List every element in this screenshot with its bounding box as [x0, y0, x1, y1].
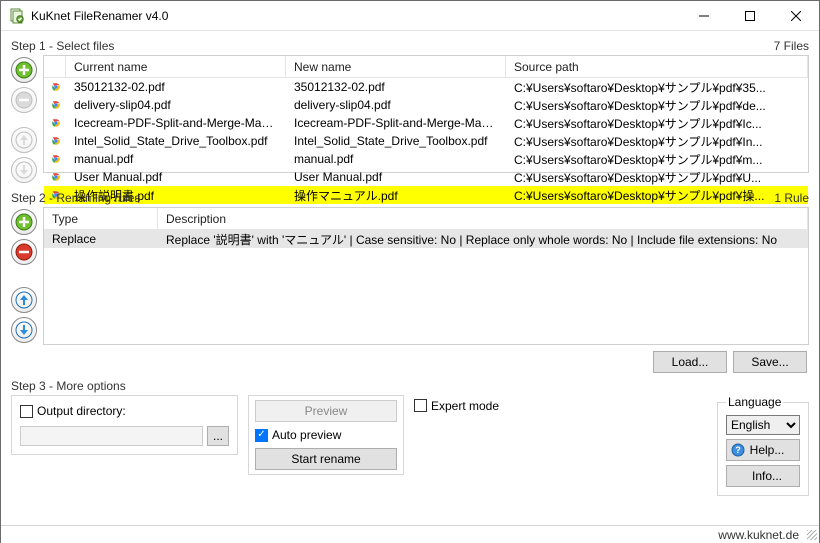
col-source[interactable]: Source path	[506, 56, 808, 77]
step3-label: Step 3 - More options	[11, 379, 126, 393]
titlebar: KuKnet FileRenamer v4.0	[1, 1, 819, 31]
close-button[interactable]	[773, 1, 819, 31]
step2-label: Step 2 - Renaming rules	[11, 191, 140, 205]
rules-table[interactable]: Type Description ReplaceReplace '説明書' wi…	[43, 207, 809, 345]
table-row[interactable]: Intel_Solid_State_Drive_Toolbox.pdfIntel…	[44, 132, 808, 150]
col-type[interactable]: Type	[44, 208, 158, 229]
auto-preview-label: Auto preview	[272, 428, 341, 442]
col-new[interactable]: New name	[286, 56, 506, 77]
expert-mode-checkbox[interactable]	[414, 399, 427, 412]
help-button[interactable]: ? Help...	[726, 439, 800, 461]
cell-new: delivery-slip04.pdf	[286, 98, 506, 112]
cell-current: Icecream-PDF-Split-and-Merge-Manual...	[66, 116, 286, 130]
start-rename-button[interactable]: Start rename	[255, 448, 397, 470]
cell-source: C:¥Users¥softaro¥Desktop¥サンプル¥pdf¥Ic...	[506, 115, 808, 132]
output-dir-checkbox[interactable]	[20, 405, 33, 418]
cell-source: C:¥Users¥softaro¥Desktop¥サンプル¥pdf¥U...	[506, 169, 808, 186]
cell-source: C:¥Users¥softaro¥Desktop¥サンプル¥pdf¥m...	[506, 151, 808, 168]
file-type-icon	[44, 170, 66, 184]
step2-count: 1 Rule	[774, 191, 809, 205]
info-button[interactable]: Info...	[726, 465, 800, 487]
cell-new: 操作マニュアル.pdf	[286, 187, 506, 204]
statusbar: www.kuknet.de	[1, 525, 819, 543]
browse-button[interactable]: ...	[207, 426, 229, 446]
table-row[interactable]: 操作説明書.pdf操作マニュアル.pdfC:¥Users¥softaro¥Des…	[44, 186, 808, 204]
col-desc[interactable]: Description	[158, 208, 808, 229]
cell-current: delivery-slip04.pdf	[66, 98, 286, 112]
file-type-icon	[44, 80, 66, 94]
output-dir-label: Output directory:	[37, 404, 126, 418]
cell-new: Icecream-PDF-Split-and-Merge-Manual...	[286, 116, 506, 130]
table-row[interactable]: User Manual.pdfUser Manual.pdfC:¥Users¥s…	[44, 168, 808, 186]
expert-mode-label: Expert mode	[431, 399, 499, 413]
cell-current: User Manual.pdf	[66, 170, 286, 184]
preview-group: Preview ✓ Auto preview Start rename	[248, 395, 404, 475]
add-file-button[interactable]	[11, 57, 37, 83]
rule-down-button[interactable]	[11, 317, 37, 343]
cell-current: 35012132-02.pdf	[66, 80, 286, 94]
move-down-button[interactable]	[11, 157, 37, 183]
remove-file-button[interactable]	[11, 87, 37, 113]
move-up-button[interactable]	[11, 127, 37, 153]
table-row[interactable]: 35012132-02.pdf35012132-02.pdfC:¥Users¥s…	[44, 78, 808, 96]
file-type-icon	[44, 116, 66, 130]
output-dir-group: Output directory: ...	[11, 395, 238, 455]
remove-rule-button[interactable]	[11, 239, 37, 265]
cell-current: Intel_Solid_State_Drive_Toolbox.pdf	[66, 134, 286, 148]
rule-up-button[interactable]	[11, 287, 37, 313]
cell-source: C:¥Users¥softaro¥Desktop¥サンプル¥pdf¥35...	[506, 79, 808, 96]
cell-new: manual.pdf	[286, 152, 506, 166]
language-legend: Language	[726, 395, 783, 409]
add-rule-button[interactable]	[11, 209, 37, 235]
step1-toolbar	[11, 55, 37, 183]
app-icon	[9, 8, 25, 24]
step1-header: Step 1 - Select files 7 Files	[11, 39, 809, 53]
step2-toolbar	[11, 207, 37, 345]
table-row[interactable]: manual.pdfmanual.pdfC:¥Users¥softaro¥Des…	[44, 150, 808, 168]
statusbar-url[interactable]: www.kuknet.de	[718, 528, 799, 542]
file-type-icon	[44, 98, 66, 112]
resize-grip[interactable]	[803, 526, 819, 542]
step1-label: Step 1 - Select files	[11, 39, 114, 53]
files-table-header: Current name New name Source path	[44, 56, 808, 78]
cell-source: C:¥Users¥softaro¥Desktop¥サンプル¥pdf¥操...	[506, 187, 808, 204]
minimize-button[interactable]	[681, 1, 727, 31]
expert-mode-group: Expert mode	[414, 395, 707, 413]
table-row[interactable]: delivery-slip04.pdfdelivery-slip04.pdfC:…	[44, 96, 808, 114]
help-icon: ?	[731, 443, 745, 457]
svg-text:?: ?	[735, 445, 741, 455]
preview-button[interactable]: Preview	[255, 400, 397, 422]
window-title: KuKnet FileRenamer v4.0	[31, 9, 681, 23]
save-button[interactable]: Save...	[733, 351, 807, 373]
language-select[interactable]: English	[726, 415, 800, 435]
cell-source: C:¥Users¥softaro¥Desktop¥サンプル¥pdf¥de...	[506, 97, 808, 114]
rules-table-header: Type Description	[44, 208, 808, 230]
output-dir-input[interactable]	[20, 426, 203, 446]
cell-new: 35012132-02.pdf	[286, 80, 506, 94]
col-current[interactable]: Current name	[66, 56, 286, 77]
cell-type: Replace	[44, 232, 158, 246]
auto-preview-checkbox[interactable]: ✓	[255, 429, 268, 442]
maximize-button[interactable]	[727, 1, 773, 31]
table-row[interactable]: Icecream-PDF-Split-and-Merge-Manual...Ic…	[44, 114, 808, 132]
cell-desc: Replace '説明書' with 'マニュアル' | Case sensit…	[158, 231, 808, 248]
step3-header: Step 3 - More options	[11, 379, 809, 393]
files-table[interactable]: Current name New name Source path 350121…	[43, 55, 809, 173]
file-type-icon	[44, 152, 66, 166]
language-group: Language English ? Help... Info...	[717, 395, 809, 496]
load-button[interactable]: Load...	[653, 351, 727, 373]
table-row[interactable]: ReplaceReplace '説明書' with 'マニュアル' | Case…	[44, 230, 808, 248]
file-type-icon	[44, 134, 66, 148]
cell-source: C:¥Users¥softaro¥Desktop¥サンプル¥pdf¥In...	[506, 133, 808, 150]
cell-current: manual.pdf	[66, 152, 286, 166]
cell-new: Intel_Solid_State_Drive_Toolbox.pdf	[286, 134, 506, 148]
col-icon[interactable]	[44, 56, 66, 77]
cell-new: User Manual.pdf	[286, 170, 506, 184]
step1-count: 7 Files	[774, 39, 809, 53]
